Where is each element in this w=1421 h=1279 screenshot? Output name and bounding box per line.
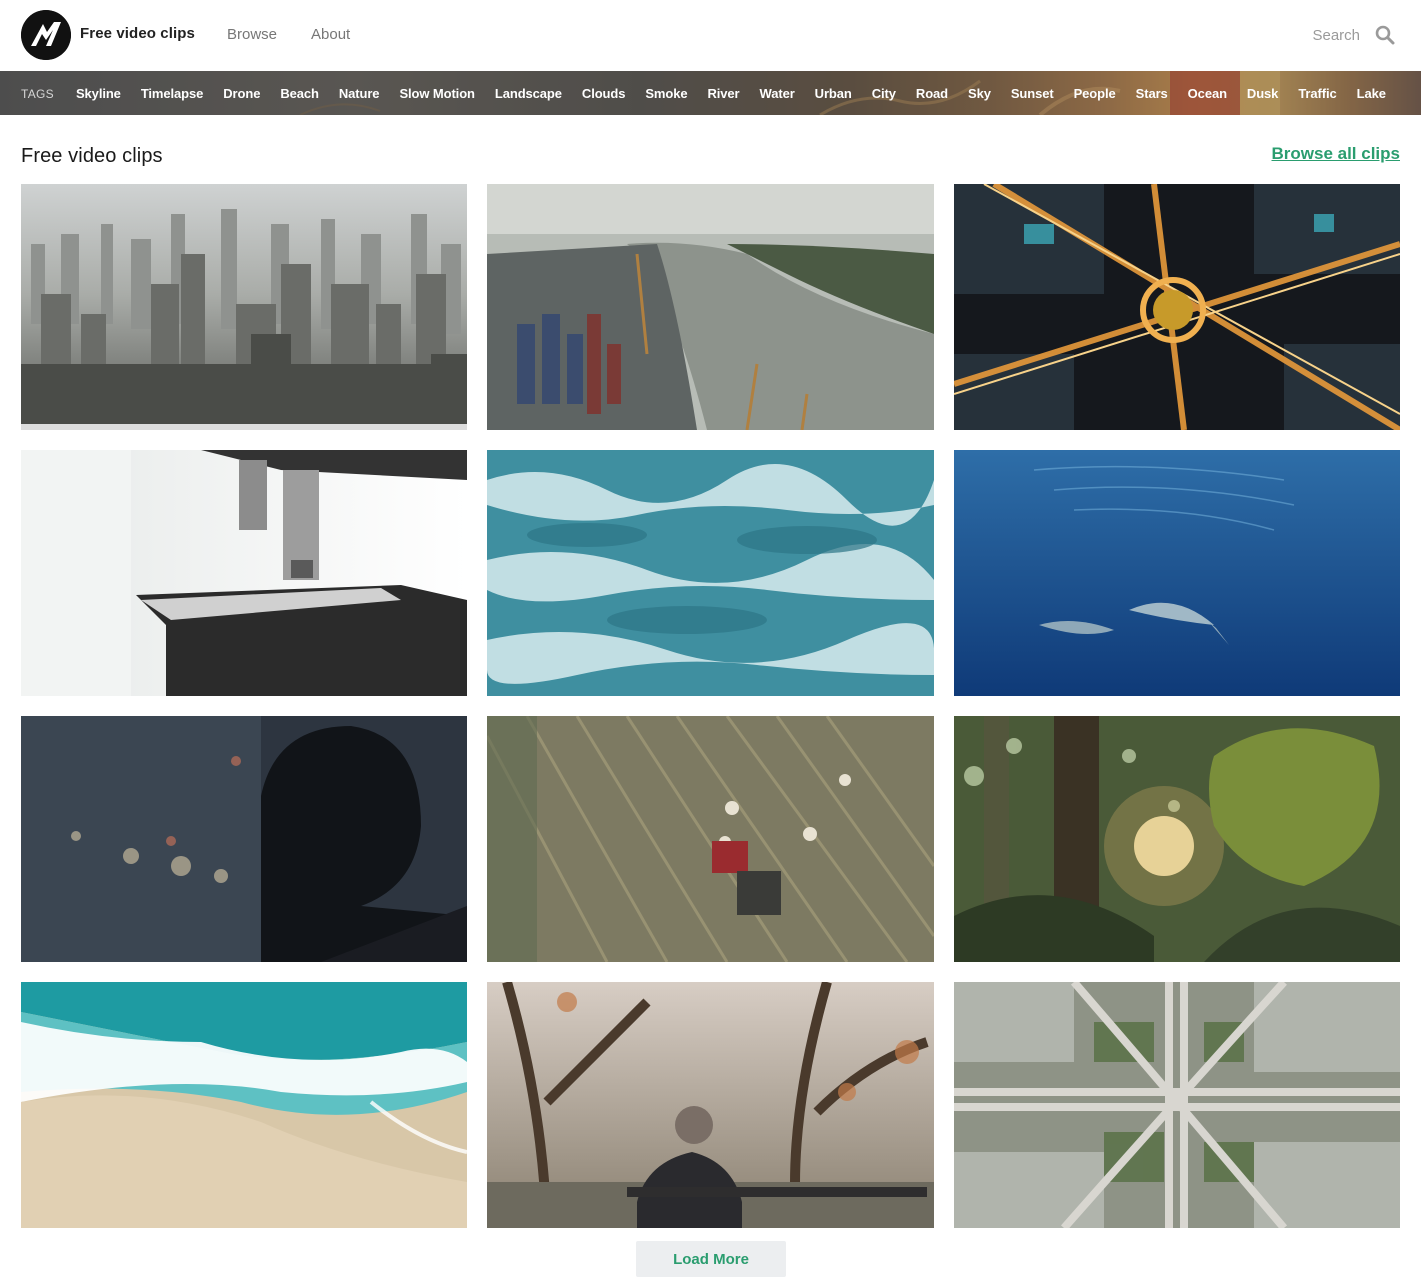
clip-man-silhouette-city-lights[interactable]: [21, 716, 467, 962]
tag-clouds[interactable]: Clouds: [582, 86, 626, 101]
tag-timelapse[interactable]: Timelapse: [141, 86, 204, 101]
tag-city[interactable]: City: [872, 86, 896, 101]
tag-landscape[interactable]: Landscape: [495, 86, 562, 101]
tag-river[interactable]: River: [708, 86, 740, 101]
tag-sky[interactable]: Sky: [968, 86, 991, 101]
load-more-button[interactable]: Load More: [636, 1241, 786, 1277]
tag-drone[interactable]: Drone: [223, 86, 260, 101]
clip-microscope[interactable]: [21, 450, 467, 696]
clip-night-roundabout-aerial[interactable]: [954, 184, 1400, 430]
tag-slow-motion[interactable]: Slow Motion: [399, 86, 475, 101]
nav-about-link[interactable]: About: [311, 26, 350, 43]
clip-ocean-waves-aerial[interactable]: [487, 450, 934, 696]
clip-city-skyline-haze[interactable]: [21, 184, 467, 430]
tag-lake[interactable]: Lake: [1357, 86, 1386, 101]
tag-traffic[interactable]: Traffic: [1298, 86, 1336, 101]
clips-grid: [21, 184, 1400, 1228]
clip-river-port-containers[interactable]: [487, 184, 934, 430]
logo-mark-icon[interactable]: [21, 10, 71, 60]
site-header: Free video clips Browse About: [0, 0, 1421, 71]
tag-nature[interactable]: Nature: [339, 86, 380, 101]
tag-urban[interactable]: Urban: [815, 86, 852, 101]
tag-ocean[interactable]: Ocean: [1188, 86, 1227, 101]
clip-tractor-field-aerial[interactable]: [487, 716, 934, 962]
clip-dolphins-underwater[interactable]: [954, 450, 1400, 696]
clip-man-on-bench-park[interactable]: [487, 982, 934, 1228]
browse-all-clips-link[interactable]: Browse all clips: [1272, 144, 1401, 164]
brand-name[interactable]: Free video clips: [80, 25, 195, 42]
tag-stars[interactable]: Stars: [1136, 86, 1168, 101]
search-input[interactable]: [1240, 22, 1360, 48]
tags-list: TAGS Skyline Timelapse Drone Beach Nature Slo…: [21, 71, 1406, 115]
tags-label: TAGS: [21, 87, 54, 101]
section-title: Free video clips: [21, 145, 163, 167]
tag-beach[interactable]: Beach: [280, 86, 319, 101]
clip-wave-beach-aerial[interactable]: [21, 982, 467, 1228]
search-icon[interactable]: [1375, 25, 1395, 45]
nav-browse-link[interactable]: Browse: [227, 26, 277, 43]
tag-smoke[interactable]: Smoke: [645, 86, 687, 101]
tag-bar: TAGS Skyline Timelapse Drone Beach Nature Slo…: [0, 71, 1421, 115]
tag-sunset[interactable]: Sunset: [1011, 86, 1054, 101]
clip-highway-interchange-aerial[interactable]: [954, 982, 1400, 1228]
tag-people[interactable]: People: [1074, 86, 1116, 101]
tag-dusk[interactable]: Dusk: [1247, 86, 1278, 101]
tag-water[interactable]: Water: [760, 86, 795, 101]
clip-forest-sunlight-leaves[interactable]: [954, 716, 1400, 962]
tag-road[interactable]: Road: [916, 86, 948, 101]
tag-skyline[interactable]: Skyline: [76, 86, 121, 101]
